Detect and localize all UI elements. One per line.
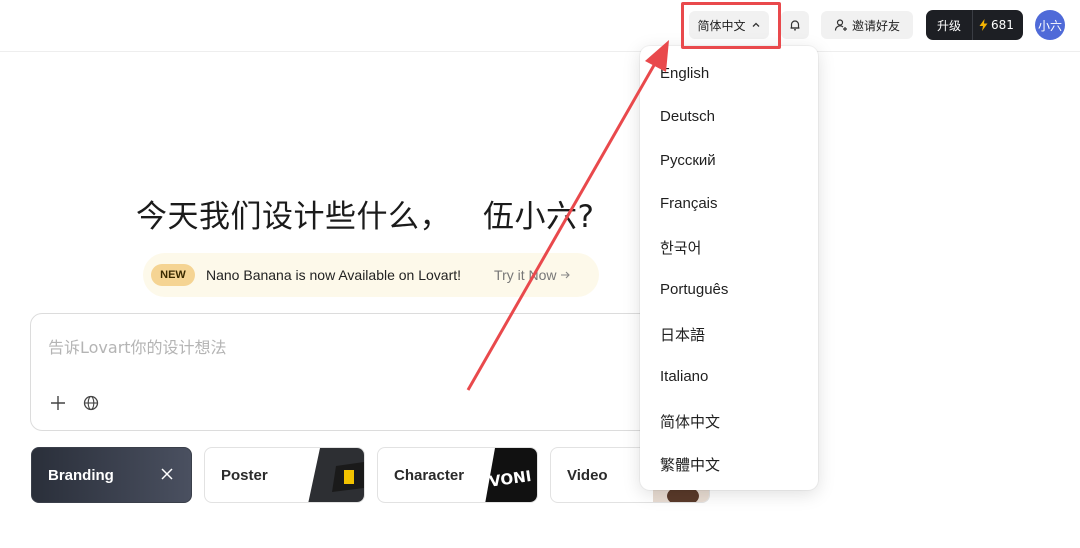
language-option-italian[interactable]: Italiano: [660, 368, 708, 385]
lightning-icon: [979, 19, 988, 31]
promo-message: Nano Banana is now Available on Lovart!: [206, 267, 462, 283]
notifications-button[interactable]: [781, 11, 809, 39]
prompt-placeholder: 告诉Lovart你的设计想法: [48, 338, 227, 357]
character-thumbnail: VONI: [485, 448, 537, 502]
user-plus-icon: [834, 19, 847, 31]
new-badge: NEW: [151, 264, 195, 286]
invite-friends-button[interactable]: 邀请好友: [821, 11, 913, 39]
credits-display: 681: [972, 10, 1014, 40]
card-character[interactable]: Character VONI: [377, 447, 538, 503]
language-option-french[interactable]: Français: [660, 195, 718, 212]
annotation-highlight-box: [681, 2, 781, 49]
credits-count: 681: [991, 18, 1014, 32]
page-title: 今天我们设计些什么， 伍小六?: [136, 191, 594, 236]
upgrade-label: 升级: [937, 18, 962, 33]
card-branding[interactable]: Branding: [31, 447, 192, 503]
language-option-russian[interactable]: Русский: [660, 152, 716, 169]
language-dropdown: English Deutsch Русский Français 한국어 Por…: [640, 46, 818, 490]
card-label: Branding: [48, 466, 114, 484]
invite-label: 邀请好友: [851, 18, 900, 33]
avatar[interactable]: 小六: [1035, 10, 1065, 40]
language-option-traditional-chinese[interactable]: 繁體中文: [660, 454, 720, 475]
bell-icon: [790, 20, 800, 31]
try-it-now-label: Try it Now: [494, 267, 557, 283]
language-option-simplified-chinese[interactable]: 简体中文: [660, 411, 720, 432]
prompt-input[interactable]: 告诉Lovart你的设计想法: [30, 313, 690, 431]
card-label: Character: [394, 466, 465, 484]
try-it-now-link[interactable]: Try it Now: [494, 267, 570, 283]
arrow-right-icon: [560, 271, 570, 279]
globe-icon[interactable]: [82, 394, 100, 412]
language-option-portuguese[interactable]: Português: [660, 281, 728, 298]
promo-banner[interactable]: NEW Nano Banana is now Available on Lova…: [143, 253, 599, 297]
language-option-english[interactable]: English: [660, 65, 709, 82]
card-label: Video: [567, 466, 608, 484]
plus-icon[interactable]: [49, 394, 67, 412]
headline-text: 今天我们设计些什么，: [136, 199, 451, 235]
headline-username: 伍小六?: [483, 199, 595, 235]
language-option-japanese[interactable]: 日本語: [660, 324, 705, 345]
language-option-korean[interactable]: 한국어: [660, 237, 701, 258]
top-bar: 简体中文 邀请好友 升级 681 小六: [0, 0, 1080, 52]
card-poster[interactable]: Poster: [204, 447, 365, 503]
poster-thumbnail: [308, 448, 364, 502]
card-label: Poster: [221, 466, 268, 484]
upgrade-button[interactable]: 升级 681: [926, 10, 1023, 40]
language-option-deutsch[interactable]: Deutsch: [660, 108, 715, 125]
close-icon[interactable]: [160, 467, 174, 481]
